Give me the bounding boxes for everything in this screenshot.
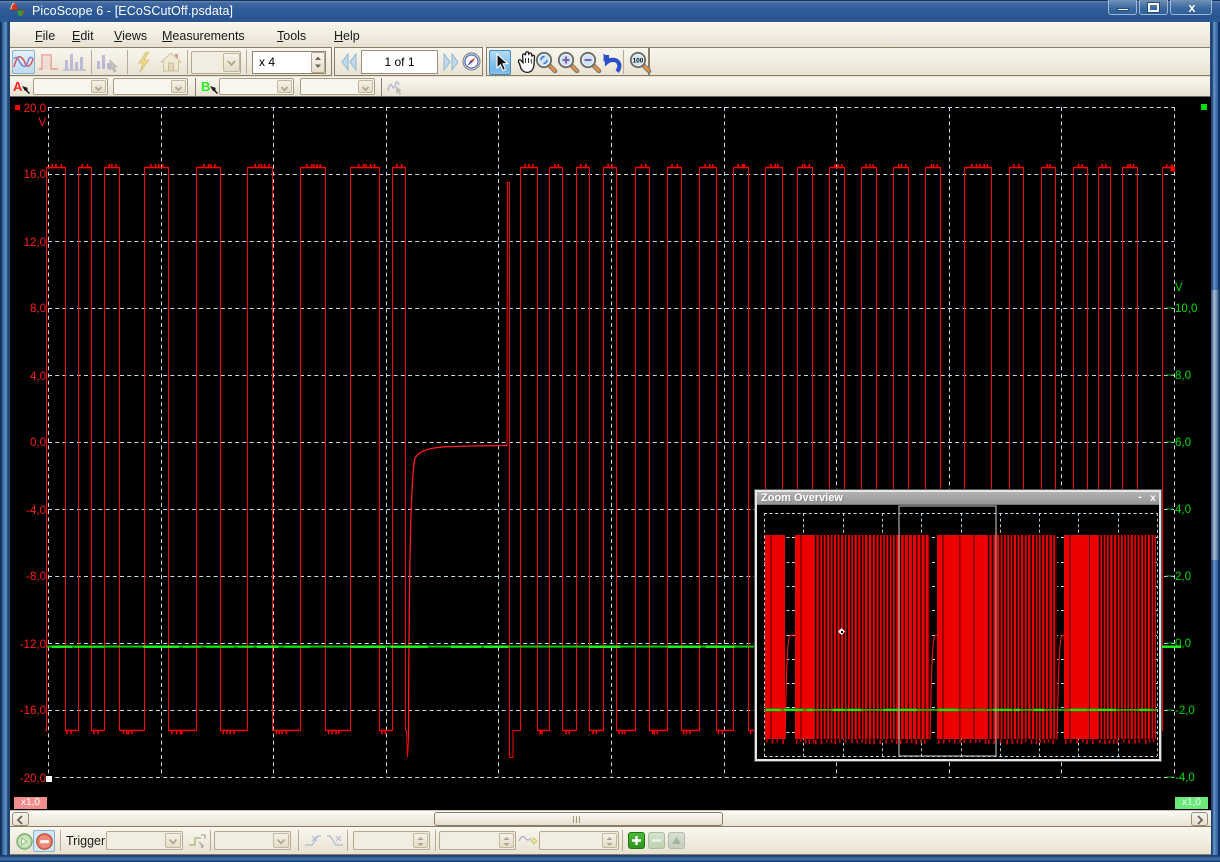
svg-text:-2,0: -2,0 bbox=[1175, 705, 1195, 717]
svg-text:V: V bbox=[38, 117, 46, 129]
svg-text:-4,0: -4,0 bbox=[26, 505, 46, 517]
svg-text:-16,0: -16,0 bbox=[20, 705, 46, 717]
svg-text:4,0: 4,0 bbox=[30, 371, 46, 383]
svg-text:8,0: 8,0 bbox=[1175, 370, 1191, 382]
svg-text:8,0: 8,0 bbox=[30, 303, 46, 315]
svg-text:16,0: 16,0 bbox=[24, 169, 46, 181]
svg-text:-4,0: -4,0 bbox=[1175, 772, 1195, 784]
svg-text:0,0: 0,0 bbox=[30, 437, 46, 449]
svg-text:-8,0: -8,0 bbox=[26, 571, 46, 583]
svg-text:20,0: 20,0 bbox=[24, 103, 46, 115]
svg-text:10,0: 10,0 bbox=[1175, 303, 1197, 315]
svg-text:6,0: 6,0 bbox=[1175, 437, 1191, 449]
svg-text:-12,0: -12,0 bbox=[20, 639, 46, 651]
svg-text:0,0: 0,0 bbox=[1175, 638, 1191, 650]
svg-text:2,0: 2,0 bbox=[1175, 571, 1191, 583]
svg-text:4,0: 4,0 bbox=[1175, 504, 1191, 516]
svg-text:V: V bbox=[1175, 282, 1183, 294]
svg-text:12,0: 12,0 bbox=[24, 237, 46, 249]
svg-text:-20,0: -20,0 bbox=[20, 773, 46, 785]
